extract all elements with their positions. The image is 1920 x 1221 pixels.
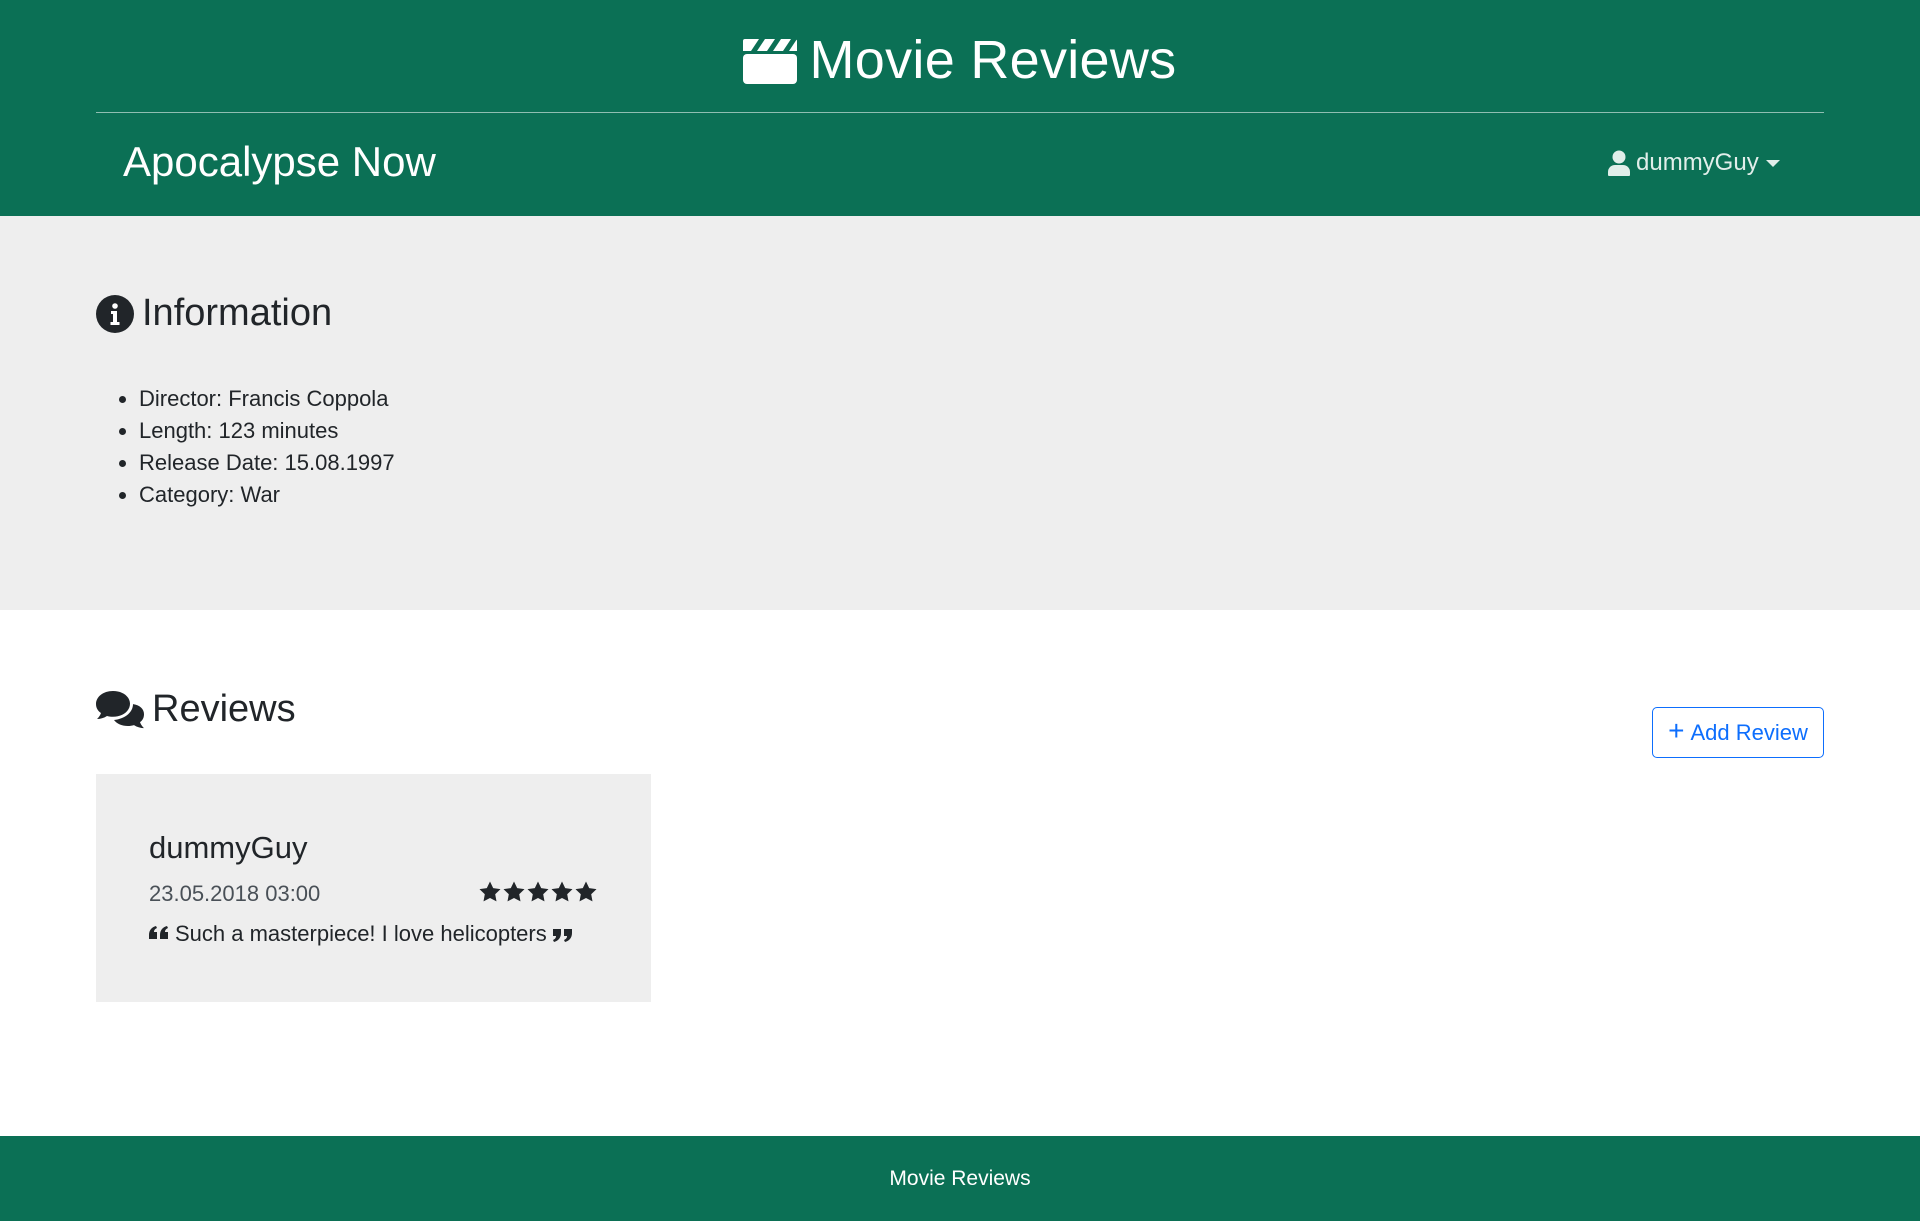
info-item-category: Category: War bbox=[139, 479, 395, 511]
info-circle-icon bbox=[96, 294, 134, 333]
review-text: Such a masterpiece! I love helicopters bbox=[175, 921, 547, 946]
add-review-label: Add Review bbox=[1690, 719, 1808, 745]
star-icon bbox=[503, 881, 525, 902]
info-item-length: Length: 123 minutes bbox=[139, 415, 395, 447]
quote-right-icon bbox=[552, 929, 572, 942]
comments-icon bbox=[96, 690, 144, 728]
header-divider bbox=[96, 112, 1824, 113]
clapperboard-icon bbox=[743, 39, 798, 84]
user-name: dummyGuy bbox=[1636, 149, 1759, 176]
info-item-release-date: Release Date: 15.08.1997 bbox=[139, 447, 395, 479]
plus-icon: + bbox=[1668, 715, 1685, 746]
add-review-button[interactable]: + Add Review bbox=[1652, 707, 1824, 758]
user-icon bbox=[1608, 150, 1630, 176]
brand-title: Movie Reviews bbox=[809, 30, 1177, 90]
chevron-down-icon bbox=[1765, 159, 1780, 167]
star-icon bbox=[551, 881, 573, 902]
page-footer: Movie Reviews bbox=[0, 1136, 1920, 1221]
review-quote: Such a masterpiece! I love helicopters bbox=[149, 921, 573, 947]
reviews-heading: Reviews bbox=[96, 688, 296, 731]
star-icon bbox=[479, 881, 501, 902]
star-icon bbox=[575, 881, 597, 902]
review-card: dummyGuy 23.05.2018 03:00 Such a masterp… bbox=[96, 774, 651, 1002]
review-author: dummyGuy bbox=[149, 830, 308, 865]
information-list: Director: Francis Coppola Length: 123 mi… bbox=[139, 383, 395, 511]
top-header: Movie Reviews Apocalypse Now dummyGuy bbox=[0, 0, 1920, 216]
star-rating bbox=[478, 880, 598, 904]
information-heading: Information bbox=[96, 292, 332, 335]
brand[interactable]: Movie Reviews bbox=[0, 28, 1920, 92]
star-icon bbox=[527, 881, 549, 902]
quote-left-icon bbox=[149, 926, 168, 939]
info-item-director: Director: Francis Coppola bbox=[139, 383, 395, 415]
user-menu-dropdown[interactable]: dummyGuy bbox=[1608, 146, 1780, 180]
page-title: Apocalypse Now bbox=[123, 138, 436, 185]
footer-text: Movie Reviews bbox=[889, 1166, 1031, 1190]
review-date: 23.05.2018 03:00 bbox=[149, 881, 321, 906]
information-heading-text: Information bbox=[142, 292, 333, 334]
reviews-heading-text: Reviews bbox=[152, 688, 296, 730]
